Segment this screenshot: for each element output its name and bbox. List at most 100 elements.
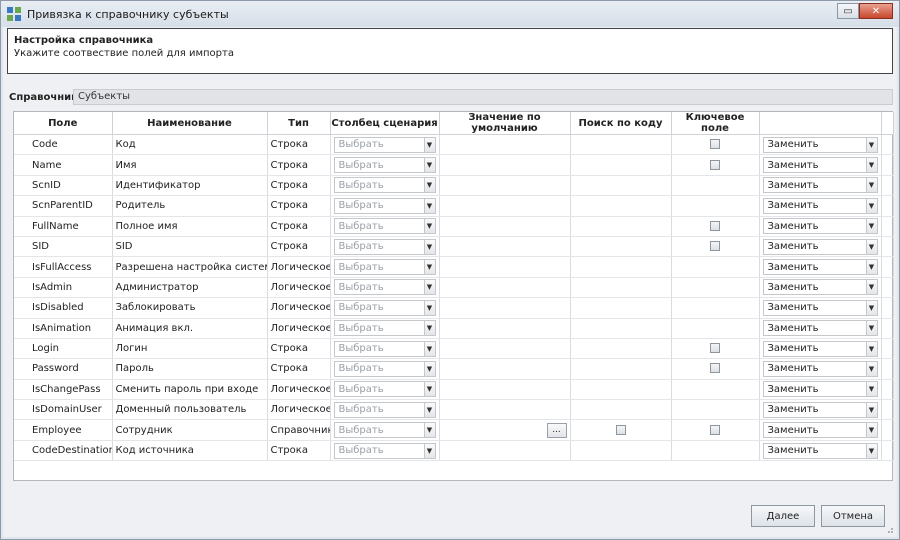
- dropdown-arrow-icon[interactable]: ▼: [423, 321, 435, 336]
- dropdown-arrow-icon[interactable]: ▼: [865, 402, 877, 417]
- action-select[interactable]: Заменить ▼: [762, 299, 878, 316]
- dropdown-arrow-icon[interactable]: ▼: [423, 300, 435, 315]
- scenario-select[interactable]: Выбрать ▼: [333, 442, 436, 459]
- cell-default[interactable]: [439, 277, 571, 299]
- table-row[interactable]: SID SID Строка Выбрать ▼ Заменить ▼: [14, 236, 894, 258]
- dropdown-arrow-icon[interactable]: ▼: [423, 382, 435, 397]
- action-select[interactable]: Заменить ▼: [762, 238, 878, 255]
- action-select[interactable]: Заменить ▼: [762, 442, 878, 459]
- action-select[interactable]: Заменить ▼: [762, 320, 878, 337]
- dropdown-arrow-icon[interactable]: ▼: [423, 158, 435, 173]
- action-select[interactable]: Заменить ▼: [762, 136, 878, 153]
- dropdown-arrow-icon[interactable]: ▼: [423, 402, 435, 417]
- scenario-select[interactable]: Выбрать ▼: [333, 197, 436, 214]
- action-select[interactable]: Заменить ▼: [762, 422, 878, 439]
- dropdown-arrow-icon[interactable]: ▼: [423, 239, 435, 254]
- dropdown-arrow-icon[interactable]: ▼: [865, 219, 877, 234]
- cell-default[interactable]: [439, 440, 571, 462]
- key-field-checkbox[interactable]: [710, 424, 720, 435]
- cell-default[interactable]: [439, 216, 571, 237]
- scenario-select[interactable]: Выбрать ▼: [333, 238, 436, 255]
- cell-default[interactable]: [439, 195, 571, 217]
- table-row[interactable]: CodeDestination Код источника Строка Выбрат…: [14, 440, 894, 462]
- dropdown-arrow-icon[interactable]: ▼: [423, 198, 435, 213]
- action-select[interactable]: Заменить ▼: [762, 360, 878, 377]
- scenario-select[interactable]: Выбрать ▼: [333, 422, 436, 439]
- table-row[interactable]: Employee Сотрудник Справочник Выбрать ▼... За…: [14, 419, 894, 441]
- action-select[interactable]: Заменить ▼: [762, 381, 878, 398]
- dropdown-arrow-icon[interactable]: ▼: [865, 341, 877, 356]
- cell-default[interactable]: [439, 236, 571, 258]
- col-header-action[interactable]: [759, 112, 882, 135]
- table-row[interactable]: IsDomainUser Доменный пользователь Логичес…: [14, 399, 894, 421]
- dropdown-arrow-icon[interactable]: ▼: [423, 137, 435, 152]
- scenario-select[interactable]: Выбрать ▼: [333, 320, 436, 337]
- scenario-select[interactable]: Выбрать ▼: [333, 401, 436, 418]
- dropdown-arrow-icon[interactable]: ▼: [865, 443, 877, 458]
- title-bar[interactable]: Привязка к справочнику субъекты ▭ ✕: [1, 1, 899, 27]
- dropdown-arrow-icon[interactable]: ▼: [423, 219, 435, 234]
- action-select[interactable]: Заменить ▼: [762, 279, 878, 296]
- dropdown-arrow-icon[interactable]: ▼: [865, 178, 877, 193]
- col-header-key-field[interactable]: Ключевое поле: [671, 112, 760, 135]
- key-field-checkbox[interactable]: [710, 220, 720, 231]
- key-field-checkbox[interactable]: [710, 363, 720, 374]
- table-row[interactable]: IsDisabled Заблокировать Логическое Выбрать…: [14, 297, 894, 319]
- table-row[interactable]: Password Пароль Строка Выбрать ▼ Заменить ▼: [14, 358, 894, 380]
- col-header-name[interactable]: Наименование: [112, 112, 268, 135]
- next-button[interactable]: Далее: [751, 505, 815, 527]
- key-field-checkbox[interactable]: [710, 159, 720, 170]
- scenario-select[interactable]: Выбрать ▼: [333, 177, 436, 194]
- dropdown-arrow-icon[interactable]: ▼: [865, 300, 877, 315]
- restore-button[interactable]: ▭: [837, 3, 859, 19]
- cell-default[interactable]: ...: [439, 419, 571, 441]
- table-row[interactable]: IsChangePass Сменить пароль при входе Логи…: [14, 379, 894, 401]
- dropdown-arrow-icon[interactable]: ▼: [865, 239, 877, 254]
- dropdown-arrow-icon[interactable]: ▼: [423, 423, 435, 438]
- table-row[interactable]: IsAdmin Администратор Логическое Выбрать ▼ За…: [14, 277, 894, 299]
- scenario-select[interactable]: Выбрать ▼: [333, 157, 436, 174]
- table-row[interactable]: FullName Полное имя Строка Выбрать ▼ Заменить…: [14, 216, 894, 237]
- action-select[interactable]: Заменить ▼: [762, 218, 878, 235]
- dropdown-arrow-icon[interactable]: ▼: [865, 321, 877, 336]
- key-field-checkbox[interactable]: [710, 139, 720, 150]
- dropdown-arrow-icon[interactable]: ▼: [865, 423, 877, 438]
- dropdown-arrow-icon[interactable]: ▼: [865, 260, 877, 275]
- cell-default[interactable]: [439, 175, 571, 197]
- table-row[interactable]: Name Имя Строка Выбрать ▼ Заменить ▼: [14, 154, 894, 176]
- close-button[interactable]: ✕: [859, 3, 893, 19]
- action-select[interactable]: Заменить ▼: [762, 197, 878, 214]
- scenario-select[interactable]: Выбрать ▼: [333, 360, 436, 377]
- scenario-select[interactable]: Выбрать ▼: [333, 259, 436, 276]
- dropdown-arrow-icon[interactable]: ▼: [423, 178, 435, 193]
- dropdown-arrow-icon[interactable]: ▼: [423, 341, 435, 356]
- resize-grip-icon[interactable]: [884, 524, 894, 534]
- table-row[interactable]: Code Код Строка Выбрать ▼ Заменить ▼: [14, 134, 894, 156]
- action-select[interactable]: Заменить ▼: [762, 177, 878, 194]
- scenario-select[interactable]: Выбрать ▼: [333, 279, 436, 296]
- col-header-scenario[interactable]: Столбец сценария: [330, 112, 440, 135]
- scenario-select[interactable]: Выбрать ▼: [333, 381, 436, 398]
- cell-default[interactable]: [439, 338, 571, 360]
- dropdown-arrow-icon[interactable]: ▼: [865, 137, 877, 152]
- action-select[interactable]: Заменить ▼: [762, 157, 878, 174]
- col-header-field[interactable]: Поле: [14, 112, 113, 135]
- scenario-select[interactable]: Выбрать ▼: [333, 136, 436, 153]
- table-row[interactable]: Login Логин Строка Выбрать ▼ Заменить ▼: [14, 338, 894, 360]
- dropdown-arrow-icon[interactable]: ▼: [865, 382, 877, 397]
- col-header-search-by-code[interactable]: Поиск по коду: [570, 112, 672, 135]
- scenario-select[interactable]: Выбрать ▼: [333, 218, 436, 235]
- dropdown-arrow-icon[interactable]: ▼: [865, 198, 877, 213]
- key-field-checkbox[interactable]: [710, 241, 720, 252]
- cancel-button[interactable]: Отмена: [821, 505, 885, 527]
- dropdown-arrow-icon[interactable]: ▼: [423, 443, 435, 458]
- col-header-default[interactable]: Значение по умолчанию: [439, 112, 571, 135]
- key-field-checkbox[interactable]: [710, 343, 720, 354]
- dropdown-arrow-icon[interactable]: ▼: [865, 280, 877, 295]
- table-row[interactable]: IsAnimation Анимация вкл. Логическое Выбрат…: [14, 318, 894, 339]
- dropdown-arrow-icon[interactable]: ▼: [423, 280, 435, 295]
- action-select[interactable]: Заменить ▼: [762, 401, 878, 418]
- action-select[interactable]: Заменить ▼: [762, 259, 878, 276]
- dropdown-arrow-icon[interactable]: ▼: [865, 361, 877, 376]
- dropdown-arrow-icon[interactable]: ▼: [423, 361, 435, 376]
